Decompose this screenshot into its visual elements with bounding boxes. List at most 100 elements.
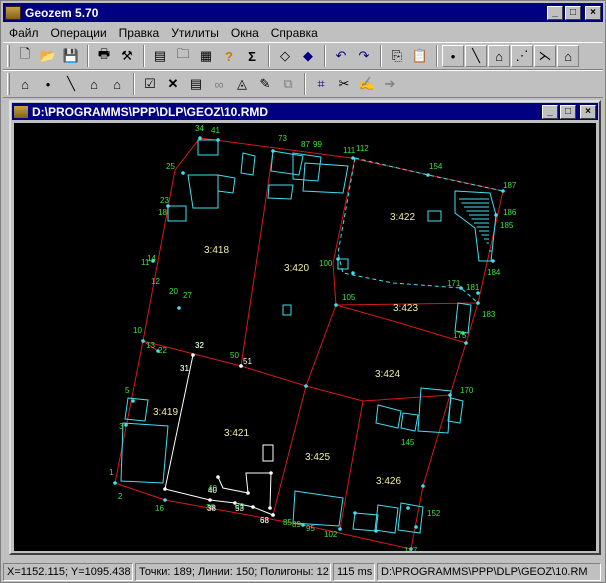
triangle-icon[interactable]: ◬	[231, 73, 253, 95]
vertex-point	[163, 498, 167, 502]
building-outline	[120, 422, 169, 484]
point-icon[interactable]: •	[37, 73, 59, 95]
point-icon[interactable]: •	[442, 45, 464, 67]
menu-windows[interactable]: Окна	[225, 26, 265, 40]
point-label: 25	[166, 162, 175, 171]
calculator-icon[interactable]: ▦	[195, 45, 217, 67]
eraser-icon[interactable]: ◇	[274, 45, 296, 67]
point-label: 89	[292, 520, 301, 529]
line-icon[interactable]: ╲	[60, 73, 82, 95]
toolbar-separator	[324, 45, 326, 67]
delete-icon[interactable]: ✕	[162, 73, 184, 95]
help-icon[interactable]: ?	[218, 45, 240, 67]
toolbar-separator	[268, 45, 270, 67]
title-bar[interactable]: Geozem 5.70 _ □ ×	[3, 3, 603, 22]
parcel-label: 3:421	[224, 428, 249, 439]
point-label: 112	[356, 144, 369, 153]
line-icon[interactable]: ╲	[465, 45, 487, 67]
menu-operations[interactable]: Операции	[45, 26, 113, 40]
toolbar-separator	[304, 73, 306, 95]
sign-icon[interactable]: ✍	[356, 73, 378, 95]
document-title-bar[interactable]: D:\PROGRAMMS\PPP\DLP\GEOZ\10.RMD _ □ ×	[12, 103, 598, 120]
text-icon[interactable]: ▤	[185, 73, 207, 95]
parcel-label: 3:423	[393, 303, 418, 314]
tools-icon[interactable]: ⚒	[116, 45, 138, 67]
point-label: 186	[503, 208, 517, 217]
menu-file[interactable]: Файл	[3, 26, 45, 40]
minimize-button[interactable]: _	[547, 5, 563, 20]
menu-edit[interactable]: Правка	[113, 26, 166, 40]
map-svg[interactable]: 3:418 3:420 3:422 3:423 3:424 3:419 3:421 3:425…	[14, 123, 596, 551]
link-icon[interactable]: ∞	[208, 73, 230, 95]
point-label: 1	[109, 468, 114, 477]
polygon-icon[interactable]: ⌂	[83, 73, 105, 95]
point-label: 2	[118, 492, 123, 501]
checkbox-icon[interactable]: ☑	[139, 73, 161, 95]
building-outline	[292, 152, 322, 182]
toolbar-grip[interactable]	[7, 45, 10, 67]
erase-all-icon[interactable]: ◆	[297, 45, 319, 67]
map-canvas[interactable]: 3:418 3:420 3:422 3:423 3:424 3:419 3:421 3:425…	[14, 123, 596, 551]
vertex-point	[336, 257, 340, 261]
vertex-point	[124, 423, 128, 427]
point-label: 3	[119, 422, 124, 431]
copy-icon[interactable]: ⎘	[386, 45, 408, 67]
house-icon[interactable]: ⌂	[106, 73, 128, 95]
building-outline	[217, 174, 236, 194]
select-nodes-icon[interactable]: ⌗	[310, 73, 332, 95]
vertex-point	[181, 171, 185, 175]
parcel-line	[142, 304, 337, 387]
point-label: 13	[146, 341, 155, 350]
camera-icon[interactable]: ⌂	[14, 73, 36, 95]
point-label: 5	[125, 386, 130, 395]
house-icon[interactable]: ⌂	[557, 45, 579, 67]
parcel-line	[339, 400, 364, 530]
print-icon[interactable]: 🖶	[93, 45, 115, 67]
move-icon[interactable]: ➔	[379, 73, 401, 95]
white-point-label: 40	[208, 486, 217, 495]
main-toolbar: 🗋 📂 💾 🖶 ⚒ ▤ 🗀 ▦ ? Σ ◇ ◆ ↶ ↷ ⎘ 📋 • ╲ ⌂ ⋰ …	[3, 42, 603, 70]
parcel-label: 3:418	[204, 245, 229, 256]
point-label: 27	[183, 291, 192, 300]
undo-icon[interactable]: ↶	[330, 45, 352, 67]
polygon-icon[interactable]: ⌂	[488, 45, 510, 67]
doc-minimize-button[interactable]: _	[542, 104, 558, 119]
toolbar-grip[interactable]	[7, 73, 10, 95]
save-file-icon[interactable]: 💾	[60, 45, 82, 67]
sum-icon[interactable]: Σ	[241, 45, 263, 67]
building-outline	[302, 162, 349, 194]
cut-icon[interactable]: ✂	[333, 73, 355, 95]
copy-doc-icon[interactable]: ▤	[149, 45, 171, 67]
point-label: 18	[158, 208, 167, 217]
white-line	[164, 354, 274, 516]
maximize-button[interactable]: □	[565, 5, 581, 20]
parcel-label: 3:426	[376, 476, 401, 487]
paste-icon[interactable]: 📋	[409, 45, 431, 67]
point-label: 10	[133, 326, 142, 335]
menu-help[interactable]: Справка	[265, 26, 324, 40]
redo-icon[interactable]: ↷	[353, 45, 375, 67]
open-file-icon[interactable]: 📂	[37, 45, 59, 67]
doc-maximize-button[interactable]: □	[560, 104, 576, 119]
new-file-icon[interactable]: 🗋	[14, 45, 36, 67]
point-label: 105	[342, 293, 356, 302]
menu-bar: Файл Операции Правка Утилиты Окна Справк…	[3, 23, 603, 42]
vertex-point	[421, 484, 425, 488]
building-outline	[124, 397, 149, 422]
white-line	[217, 472, 272, 509]
app-icon[interactable]	[5, 5, 21, 20]
split-icon[interactable]: ⋋	[534, 45, 556, 67]
edit-icon[interactable]: ✎	[254, 73, 276, 95]
open-folder-icon[interactable]: 🗀	[172, 45, 194, 67]
close-button[interactable]: ×	[585, 5, 601, 20]
geozem-window: Geozem 5.70 _ □ × Файл Операции Правка У…	[0, 0, 606, 583]
vertex-point	[476, 301, 480, 305]
node-icon[interactable]: ⋰	[511, 45, 533, 67]
menu-utilities[interactable]: Утилиты	[165, 26, 225, 40]
point-label: 145	[401, 438, 415, 447]
doc-close-button[interactable]: ×	[580, 104, 596, 119]
layers-icon[interactable]: ⧉	[277, 73, 299, 95]
document-icon[interactable]	[14, 105, 28, 118]
vertex-point	[464, 341, 468, 345]
building-outline	[270, 150, 304, 176]
